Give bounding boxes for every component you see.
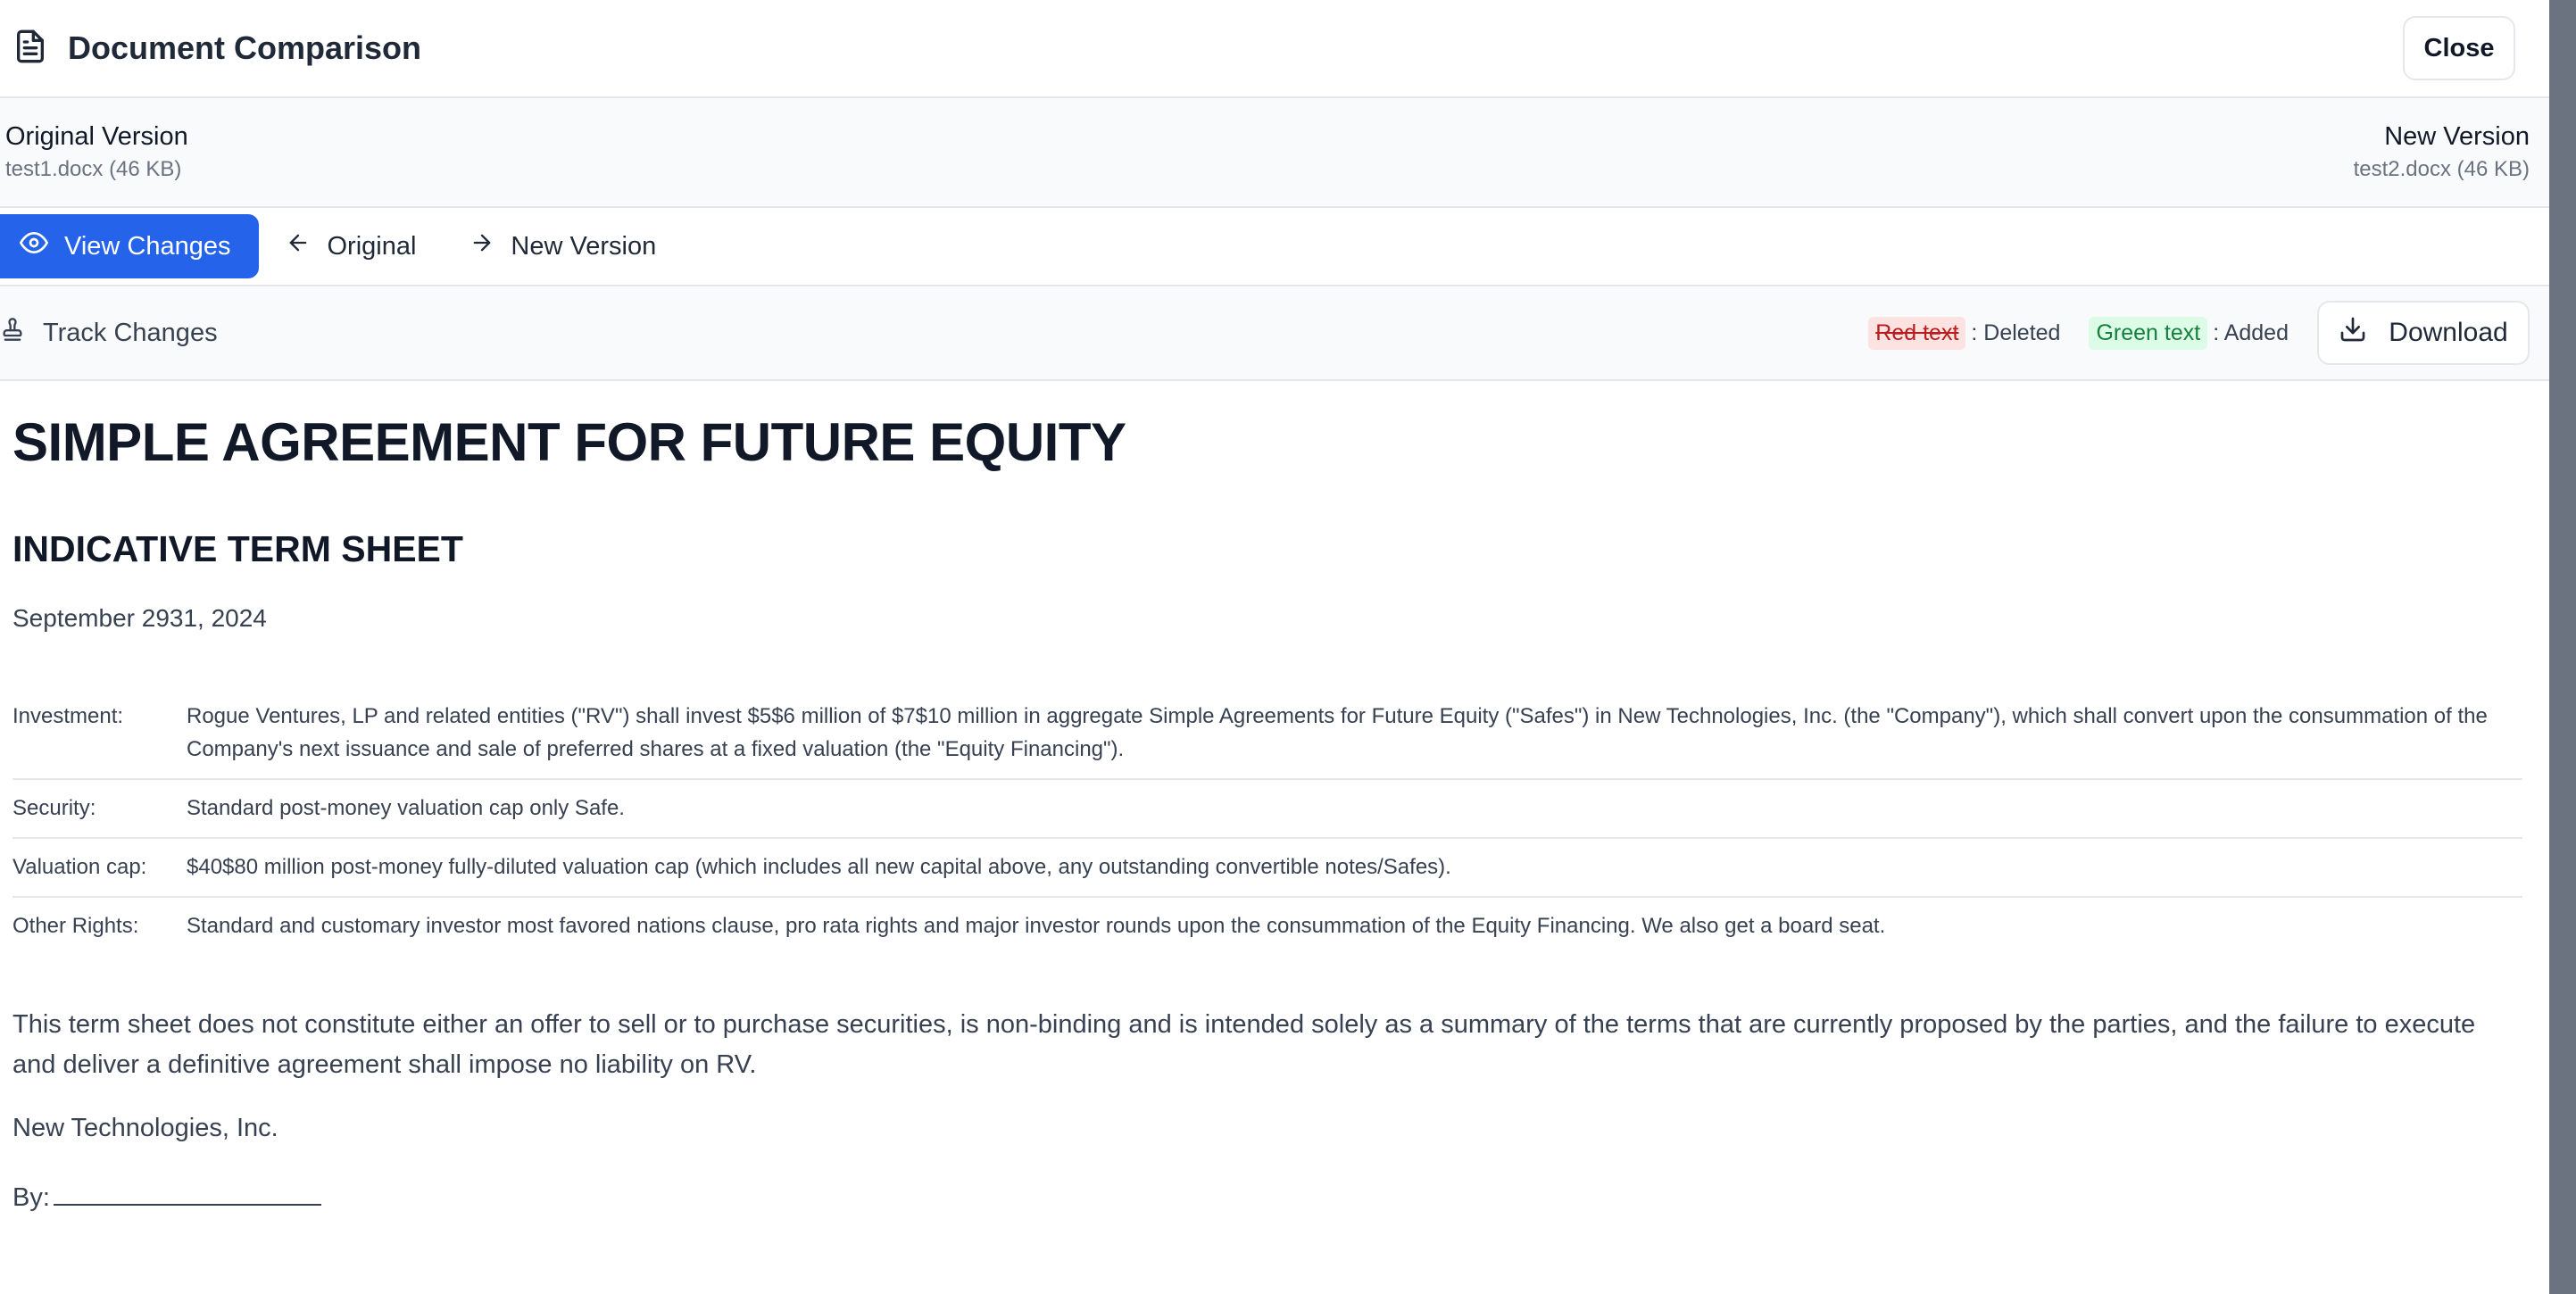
term-value: Standard post-money valuation cap only S…: [187, 796, 625, 820]
term-value: Rogue Ventures, LP and related entities …: [187, 704, 2488, 761]
stamp-icon: [0, 317, 25, 349]
document-icon: [12, 29, 48, 69]
legend-added-label: : Added: [2213, 319, 2289, 345]
tab-view-changes-label: View Changes: [64, 231, 231, 261]
by-label: By:: [12, 1183, 50, 1212]
tab-new-version-label: New Version: [511, 231, 657, 261]
view-tabs: View Changes Original New Version: [0, 208, 2549, 286]
modal-header: Document Comparison Close: [0, 0, 2549, 98]
download-icon: [2339, 315, 2367, 351]
term-label: Investment:: [12, 704, 124, 728]
document-subtitle: INDICATIVE TERM SHEET: [12, 528, 463, 569]
header-left: Document Comparison: [12, 29, 421, 69]
table-row: Other Rights: Standard and customary inv…: [12, 898, 2522, 955]
original-version-title: Original Version: [5, 122, 188, 151]
legend-deleted-label: : Deleted: [1971, 319, 2061, 345]
track-right: Red text : Deleted Green text : Added Do…: [1868, 301, 2530, 365]
download-button[interactable]: Download: [2317, 301, 2530, 365]
legend-added: Green text : Added: [2089, 316, 2289, 350]
page-scrollbar[interactable]: [2549, 0, 2576, 1294]
versions-bar: Original Version test1.docx (46 KB) New …: [0, 98, 2549, 208]
table-row: Security: Standard post-money valuation …: [12, 780, 2522, 839]
term-value: $40$80 million post-money fully-diluted …: [187, 855, 1451, 879]
arrow-right-icon: [469, 230, 494, 262]
document-content: SIMPLE AGREEMENT FOR FUTURE EQUITY INDIC…: [0, 411, 2549, 1213]
signature-line: By:: [12, 1181, 2514, 1213]
company-name: New Technologies, Inc.: [12, 1114, 278, 1142]
table-row: Investment: Rogue Ventures, LP and relat…: [12, 688, 2522, 780]
close-button[interactable]: Close: [2403, 16, 2515, 80]
term-value: Standard and customary investor most fav…: [187, 914, 1886, 938]
modal-title: Document Comparison: [68, 29, 422, 66]
legend-deleted-sample: Red text: [1868, 316, 1966, 350]
comparison-modal: Document Comparison Close Original Versi…: [0, 0, 2549, 1294]
tab-view-changes[interactable]: View Changes: [0, 214, 260, 278]
term-label: Valuation cap:: [12, 855, 147, 879]
download-label: Download: [2389, 318, 2508, 347]
document-date: September 2931, 2024: [12, 604, 267, 632]
eye-icon: [20, 228, 48, 264]
term-label: Other Rights:: [12, 914, 139, 938]
terms-table: Investment: Rogue Ventures, LP and relat…: [12, 688, 2522, 955]
legend-added-sample: Green text: [2089, 316, 2208, 350]
new-version-info: New Version test2.docx (46 KB): [2354, 98, 2530, 206]
original-version-file: test1.docx (46 KB): [5, 157, 182, 181]
legend-deleted: Red text : Deleted: [1868, 316, 2061, 350]
new-version-file: test2.docx (46 KB): [2353, 157, 2530, 181]
disclaimer-paragraph: This term sheet does not constitute eith…: [12, 1010, 2476, 1079]
document-title: SIMPLE AGREEMENT FOR FUTURE EQUITY: [12, 412, 1126, 472]
track-changes-bar: Track Changes Red text : Deleted Green t…: [0, 286, 2549, 381]
tab-original-label: Original: [327, 231, 417, 261]
track-changes-label: Track Changes: [43, 318, 218, 347]
arrow-left-icon: [286, 230, 311, 262]
term-label: Security:: [12, 796, 96, 820]
new-version-title: New Version: [2384, 122, 2530, 151]
original-version-info: Original Version test1.docx (46 KB): [5, 98, 188, 206]
signature-blank: [53, 1181, 321, 1206]
table-row: Valuation cap: $40$80 million post-money…: [12, 839, 2522, 898]
track-changes-toggle[interactable]: Track Changes: [0, 317, 218, 349]
tab-new-version[interactable]: New Version: [443, 214, 683, 278]
tab-original[interactable]: Original: [259, 214, 443, 278]
